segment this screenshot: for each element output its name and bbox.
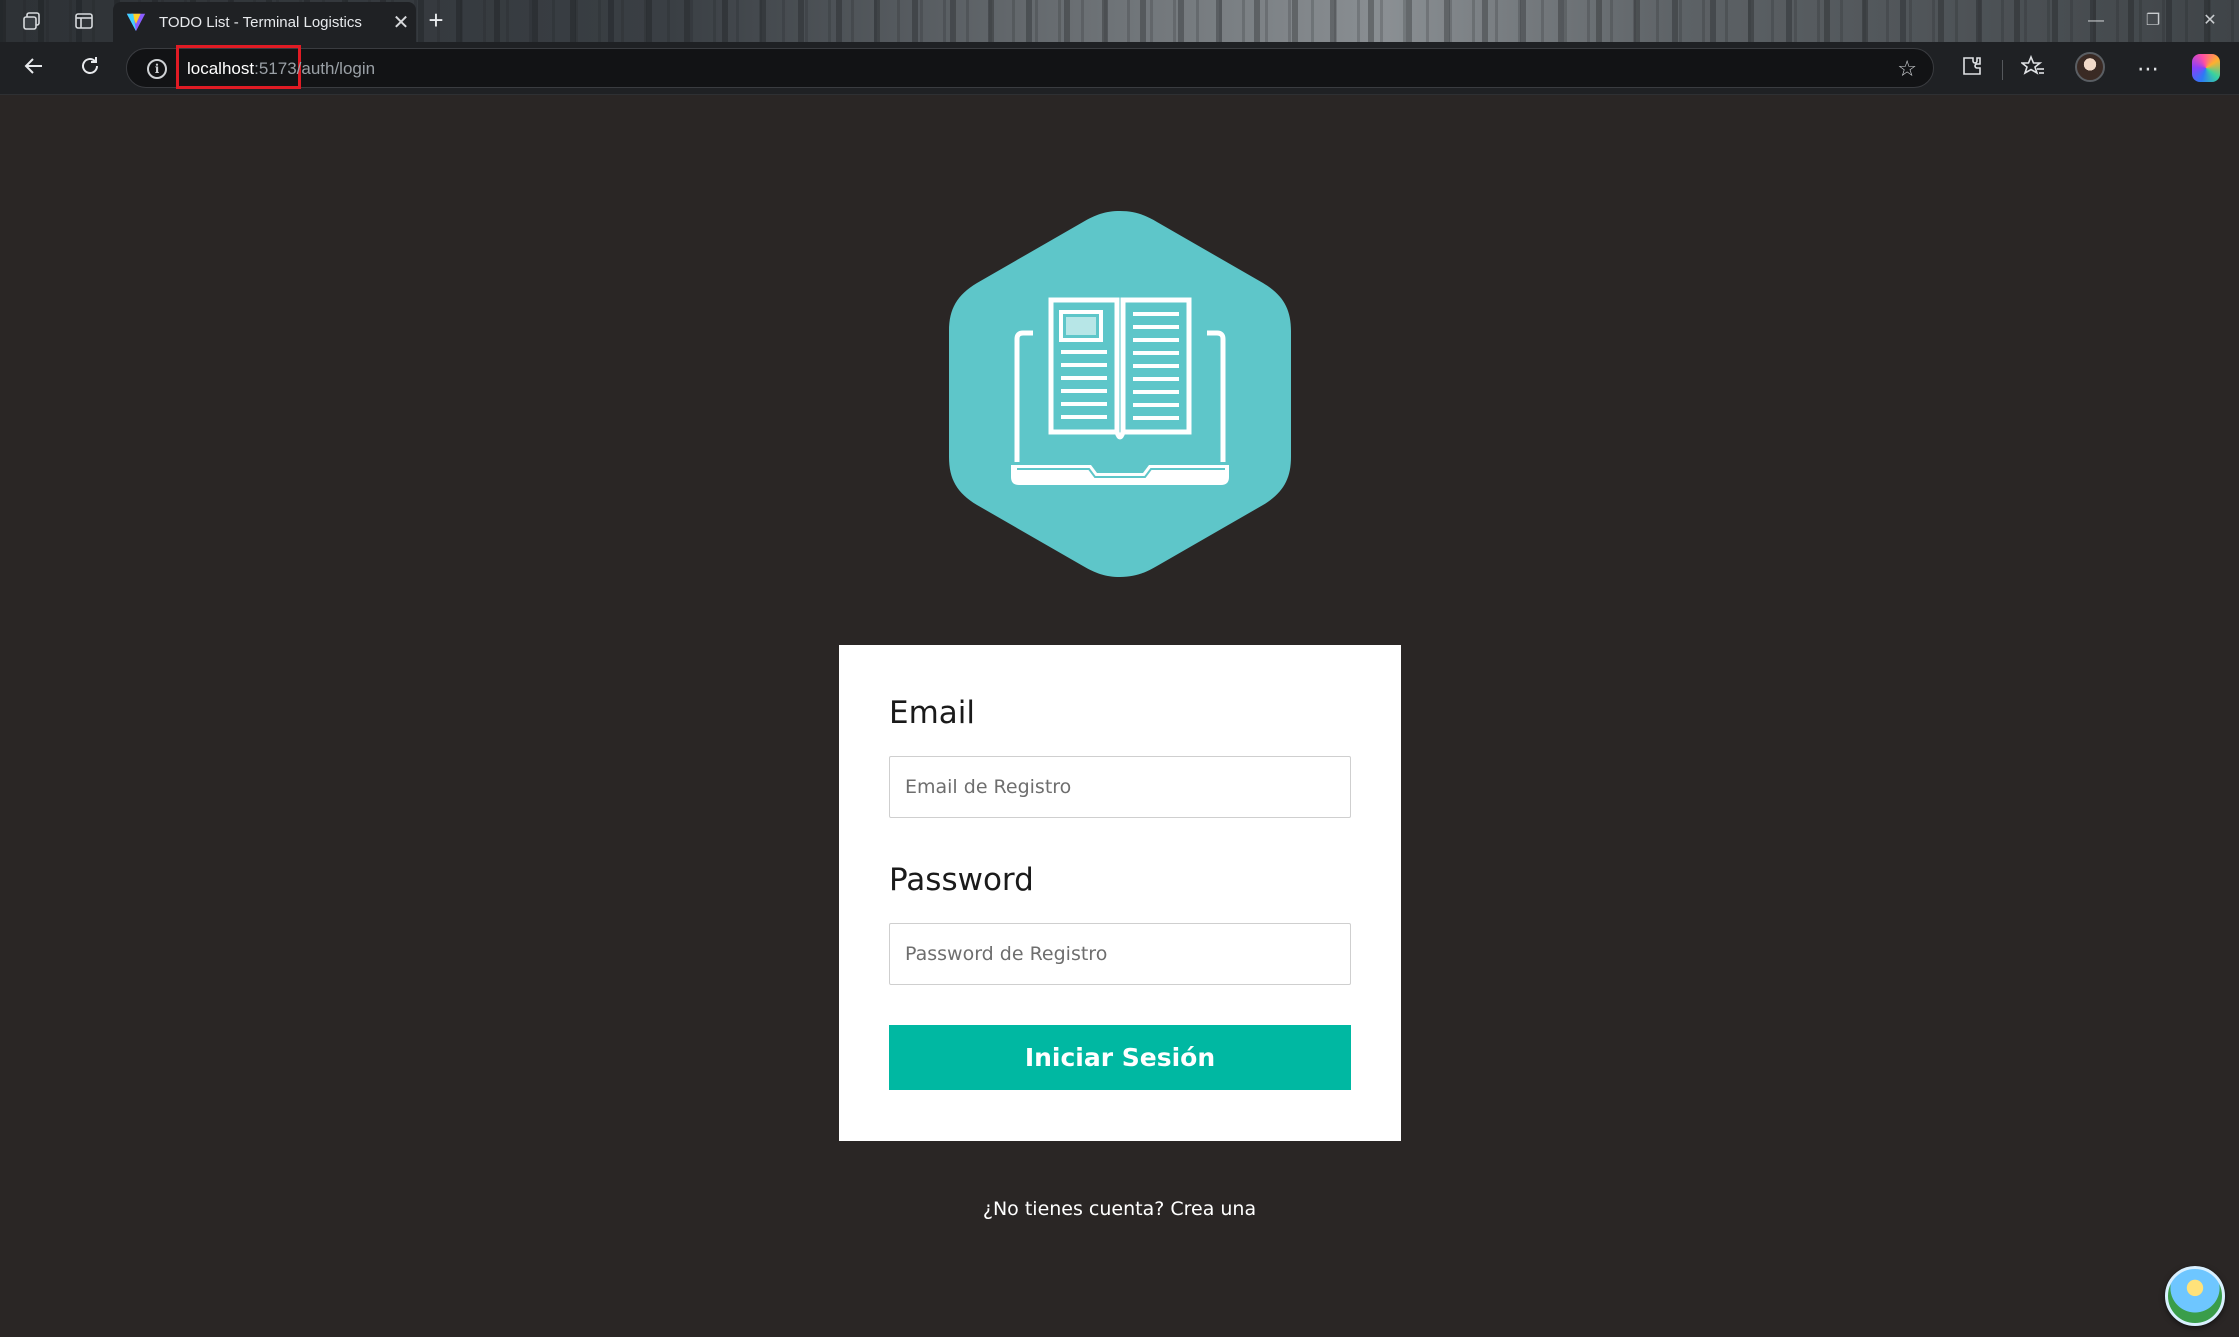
toolbar-separator — [2002, 60, 2003, 80]
close-window-icon[interactable]: ✕ — [2190, 8, 2230, 34]
close-tab-icon[interactable]: ✕ — [386, 10, 416, 35]
profile-avatar[interactable] — [2075, 52, 2105, 82]
book-laptop-logo-icon — [949, 211, 1291, 577]
info-icon[interactable]: i — [147, 59, 167, 79]
url-host: localhost — [187, 59, 255, 78]
vite-favicon-icon — [126, 13, 146, 32]
minimize-icon[interactable]: — — [2076, 8, 2116, 34]
login-button[interactable]: Iniciar Sesión — [889, 1025, 1351, 1090]
tab-title: TODO List - Terminal Logistics — [159, 13, 362, 31]
more-icon[interactable]: ⋯ — [2133, 54, 2163, 84]
plus-icon[interactable]: + — [421, 6, 451, 36]
refresh-icon[interactable] — [75, 54, 105, 84]
url-text[interactable]: localhost:5173/auth/login — [187, 59, 375, 79]
browser-titlebar: TODO List - Terminal Logistics ✕ + — ❐ ✕ — [0, 0, 2239, 42]
email-field[interactable] — [889, 756, 1351, 818]
puzzle-icon[interactable] — [1957, 54, 1987, 84]
password-field[interactable] — [889, 923, 1351, 985]
url-path: :5173/auth/login — [254, 59, 376, 78]
login-form: Email Password Iniciar Sesión — [839, 645, 1401, 1141]
workspaces-icon[interactable] — [20, 9, 44, 33]
back-arrow-icon[interactable] — [19, 54, 49, 84]
active-tab[interactable]: TODO List - Terminal Logistics ✕ — [113, 2, 416, 42]
favorites-icon[interactable] — [2018, 54, 2048, 84]
browser-toolbar: i localhost:5173/auth/login ☆ ⋯ — [0, 42, 2239, 95]
address-bar[interactable]: i localhost:5173/auth/login ☆ — [126, 45, 1934, 89]
email-label: Email — [889, 695, 976, 731]
login-page: Email Password Iniciar Sesión ¿No tienes… — [0, 96, 2239, 1337]
restore-icon[interactable]: ❐ — [2133, 8, 2173, 34]
copilot-icon[interactable] — [2192, 54, 2220, 82]
floating-assistant-icon[interactable] — [2165, 1266, 2225, 1326]
star-icon[interactable]: ☆ — [1897, 56, 1917, 82]
signup-link[interactable]: ¿No tienes cuenta? Crea una — [0, 1198, 2239, 1220]
password-label: Password — [889, 862, 1034, 898]
tab-actions-icon[interactable] — [72, 9, 96, 33]
